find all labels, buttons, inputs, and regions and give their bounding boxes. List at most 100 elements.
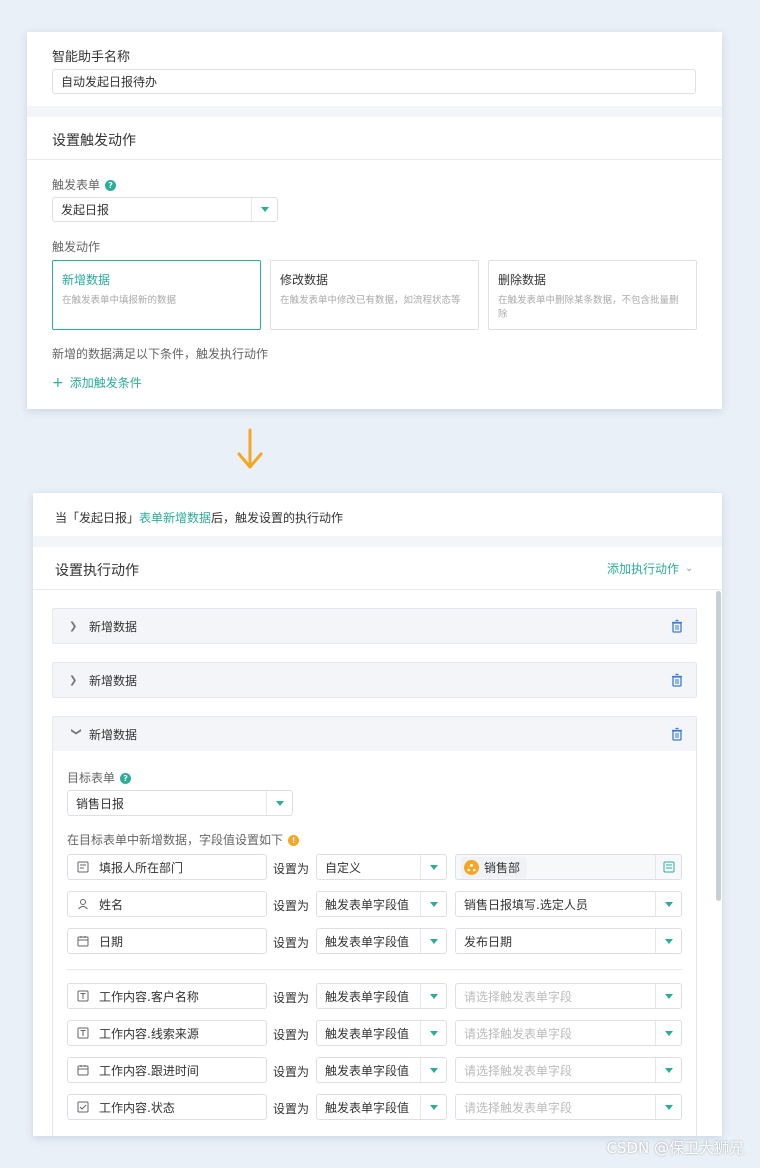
- row-divider: [67, 969, 682, 970]
- action-header: 当「发起日报」表单新增数据后，触发设置的执行动作: [55, 509, 343, 526]
- accordion-title: 新增数据: [89, 673, 138, 688]
- field-customer-name[interactable]: 工作内容.客户名称: [67, 983, 267, 1009]
- mode-select[interactable]: 触发表单字段值: [316, 928, 447, 954]
- field-name: 工作内容.客户名称: [99, 989, 199, 1004]
- mode-select[interactable]: 自定义: [316, 854, 447, 880]
- field-hint-wrap: 在目标表单中新增数据，字段值设置如下!: [67, 831, 300, 848]
- add-action-label: 添加执行动作: [607, 562, 680, 576]
- option-add-data[interactable]: 新增数据 在触发表单中填报新的数据: [52, 260, 261, 330]
- field-name: 工作内容.跟进时间: [99, 1063, 199, 1078]
- trash-icon[interactable]: [670, 673, 684, 687]
- value-wrap: 销售部: [456, 856, 655, 878]
- accordion-title: 新增数据: [89, 727, 138, 742]
- value-select[interactable]: 请选择触发表单字段: [455, 1094, 682, 1120]
- target-form-label: 目标表单: [67, 771, 116, 785]
- condition-text: 新增的数据满足以下条件，触发执行动作: [52, 347, 269, 361]
- help-icon[interactable]: ?: [120, 773, 132, 784]
- field-name: 工作内容.状态: [99, 1100, 175, 1115]
- trigger-form-select[interactable]: 发起日报: [52, 197, 278, 222]
- option-edit-data[interactable]: 修改数据 在触发表单中修改已有数据，如流程状态等: [270, 260, 479, 330]
- value-select[interactable]: 请选择触发表单字段: [455, 1020, 682, 1046]
- add-action-button[interactable]: 添加执行动作 ⌄: [607, 560, 693, 577]
- chevron-down-icon: ❯: [70, 727, 82, 736]
- dropdown-arrow-icon: [420, 984, 446, 1008]
- field-follow-up-time[interactable]: 工作内容.跟进时间: [67, 1057, 267, 1083]
- dropdown-arrow-icon: [655, 1095, 681, 1119]
- assistant-name-label: 智能助手名称: [52, 50, 131, 65]
- mode-value: 触发表单字段值: [325, 934, 410, 949]
- trash-icon[interactable]: [670, 619, 684, 633]
- accordion-body: 目标表单? 销售日报 在目标表单中新增数据，字段值设置如下! 填报人所在部门 设…: [52, 751, 697, 1136]
- field-hint: 在目标表单中新增数据，字段值设置如下: [67, 833, 284, 847]
- value-select[interactable]: 发布日期: [455, 928, 682, 954]
- value-select[interactable]: 请选择触发表单字段: [455, 983, 682, 1009]
- mode-value: 触发表单字段值: [325, 989, 410, 1004]
- mode-select[interactable]: 触发表单字段值: [316, 983, 447, 1009]
- target-form-select[interactable]: 销售日报: [67, 790, 293, 816]
- mode-value: 触发表单字段值: [325, 897, 410, 912]
- header-prefix: 当「发起日报」: [55, 511, 140, 525]
- header-link[interactable]: 表单新增数据: [139, 511, 211, 525]
- mode-select[interactable]: 触发表单字段值: [316, 1094, 447, 1120]
- field-name-row[interactable]: 姓名: [67, 891, 267, 917]
- calendar-icon: [77, 1065, 89, 1076]
- mode-select[interactable]: 触发表单字段值: [316, 1057, 447, 1083]
- set-as-label: 设置为: [273, 862, 310, 876]
- set-as-label: 设置为: [273, 1028, 310, 1042]
- accordion-add-data-2[interactable]: ❯ 新增数据: [52, 662, 697, 698]
- value-select[interactable]: 销售日报填写.选定人员: [455, 891, 682, 917]
- trigger-form-label: 触发表单: [52, 178, 101, 192]
- section-divider: [33, 589, 722, 590]
- scrollbar[interactable]: [716, 591, 721, 901]
- picker-icon: [655, 855, 681, 879]
- mode-value: 触发表单字段值: [325, 1100, 410, 1115]
- arrow-down-icon: [237, 428, 263, 469]
- field-name: 日期: [99, 934, 124, 949]
- option-desc: 在触发表单中删除某条数据，不包含批量删除: [498, 295, 679, 320]
- value-select[interactable]: 请选择触发表单字段: [455, 1057, 682, 1083]
- department-value-picker[interactable]: 销售部: [455, 854, 682, 880]
- field-status[interactable]: 工作内容.状态: [67, 1094, 267, 1120]
- value-placeholder: 请选择触发表单字段: [464, 1026, 573, 1041]
- dropdown-arrow-icon: [420, 1058, 446, 1082]
- dropdown-arrow-icon: [420, 892, 446, 916]
- header-suffix: 后，触发设置的执行动作: [211, 511, 344, 525]
- field-date[interactable]: 日期: [67, 928, 267, 954]
- target-form-label-wrap: 目标表单?: [67, 769, 132, 786]
- assistant-name-input[interactable]: 自动发起日报待办: [52, 69, 696, 94]
- mode-select[interactable]: 触发表单字段值: [316, 1020, 447, 1046]
- accordion-title: 新增数据: [89, 619, 138, 634]
- section-divider: [27, 159, 722, 160]
- action-settings-card: 当「发起日报」表单新增数据后，触发设置的执行动作 设置执行动作 添加执行动作 ⌄…: [33, 493, 722, 1136]
- trigger-form-value: 发起日报: [61, 203, 110, 217]
- field-name: 姓名: [99, 897, 124, 912]
- dropdown-arrow-icon: [655, 984, 681, 1008]
- set-as-label: 设置为: [273, 991, 310, 1005]
- warning-icon[interactable]: !: [288, 835, 300, 846]
- department-tag-icon: [464, 859, 479, 875]
- text-icon: [77, 1027, 89, 1039]
- dropdown-arrow-icon: [420, 855, 446, 879]
- section-gap: [27, 106, 722, 117]
- field-lead-source[interactable]: 工作内容.线索来源: [67, 1020, 267, 1046]
- dropdown-arrow-icon: [655, 929, 681, 953]
- trash-icon[interactable]: [670, 727, 684, 741]
- plus-icon: +: [52, 374, 64, 391]
- accordion-add-data-1[interactable]: ❯ 新增数据: [52, 608, 697, 644]
- option-delete-data[interactable]: 删除数据 在触发表单中删除某条数据，不包含批量删除: [488, 260, 697, 330]
- mode-value: 自定义: [325, 860, 362, 875]
- add-condition-button[interactable]: + 添加触发条件: [52, 374, 142, 391]
- help-icon[interactable]: ?: [105, 180, 117, 191]
- dropdown-arrow-icon: [655, 1058, 681, 1082]
- text-icon: [77, 990, 89, 1002]
- department-icon: [77, 861, 89, 873]
- mode-select[interactable]: 触发表单字段值: [316, 891, 447, 917]
- value-placeholder: 请选择触发表单字段: [464, 1063, 573, 1078]
- target-form-value: 销售日报: [76, 796, 125, 811]
- field-department[interactable]: 填报人所在部门: [67, 854, 267, 880]
- accordion-add-data-3[interactable]: ❯ 新增数据: [52, 716, 697, 752]
- mode-value: 触发表单字段值: [325, 1063, 410, 1078]
- add-condition-label: 添加触发条件: [69, 376, 142, 390]
- set-as-label: 设置为: [273, 936, 310, 950]
- field-name: 填报人所在部门: [99, 860, 184, 875]
